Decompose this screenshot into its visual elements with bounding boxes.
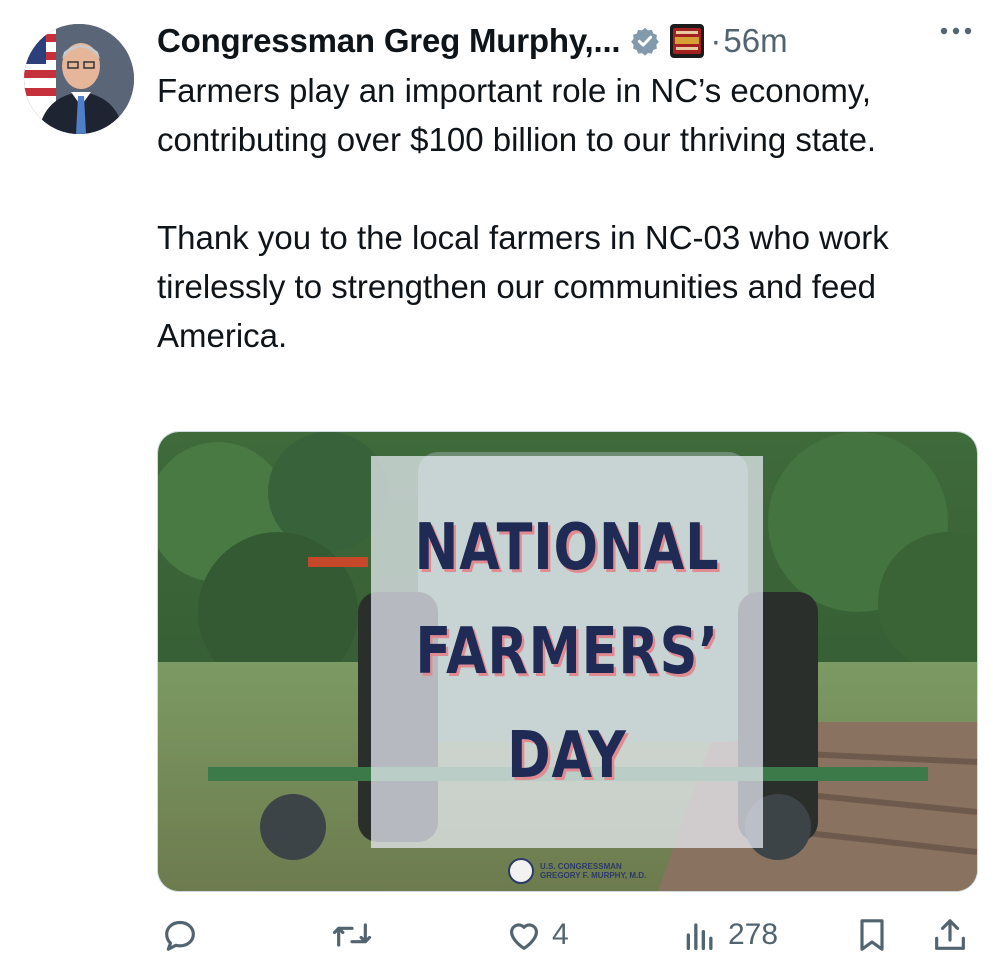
like-button[interactable]: 4 (504, 905, 569, 965)
view-count: 278 (728, 918, 779, 951)
tweet-action-bar: 4 278 (0, 905, 1000, 965)
like-count: 4 (552, 918, 569, 951)
seal-emblem-icon (508, 858, 534, 884)
overlay-title-line-3: DAY (507, 719, 627, 793)
overlay-panel: NATIONAL FARMERS’ DAY (371, 456, 763, 848)
more-icon[interactable] (938, 22, 974, 40)
reply-button[interactable] (160, 905, 208, 965)
tweet-header: Congressman Greg Murphy,... · 56m (157, 18, 977, 64)
share-button[interactable] (930, 905, 970, 965)
share-icon (935, 919, 965, 950)
tweet-timestamp[interactable]: 56m (723, 22, 787, 60)
bookmark-icon (860, 919, 884, 951)
author-avatar[interactable] (24, 24, 134, 134)
seal-line-2: GREGORY F. MURPHY, M.D. (540, 871, 647, 880)
overlay-title-line-2: FARMERS’ (415, 615, 719, 689)
bookmark-button[interactable] (852, 905, 892, 965)
tweet-media-image[interactable]: NATIONAL FARMERS’ DAY U.S. CONGRESSMAN G… (157, 431, 978, 892)
tweet-text: Farmers play an important role in NC’s e… (157, 72, 889, 354)
verified-badge-icon[interactable] (630, 26, 660, 56)
retweet-button[interactable] (330, 905, 382, 965)
overlay-title-line-1: NATIONAL (414, 511, 720, 585)
congressman-seal: U.S. CONGRESSMAN GREGORY F. MURPHY, M.D. (508, 858, 646, 884)
like-icon (509, 923, 539, 950)
seal-line-1: U.S. CONGRESSMAN (540, 862, 622, 871)
views-button[interactable]: 278 (680, 905, 778, 965)
reply-icon (165, 920, 195, 951)
retweet-icon (332, 923, 372, 947)
affiliation-badge-icon[interactable] (670, 24, 705, 58)
avatar-image (24, 24, 134, 134)
time-separator: · (710, 22, 722, 59)
author-name[interactable]: Congressman Greg Murphy,... (157, 22, 621, 60)
views-icon (686, 923, 713, 950)
